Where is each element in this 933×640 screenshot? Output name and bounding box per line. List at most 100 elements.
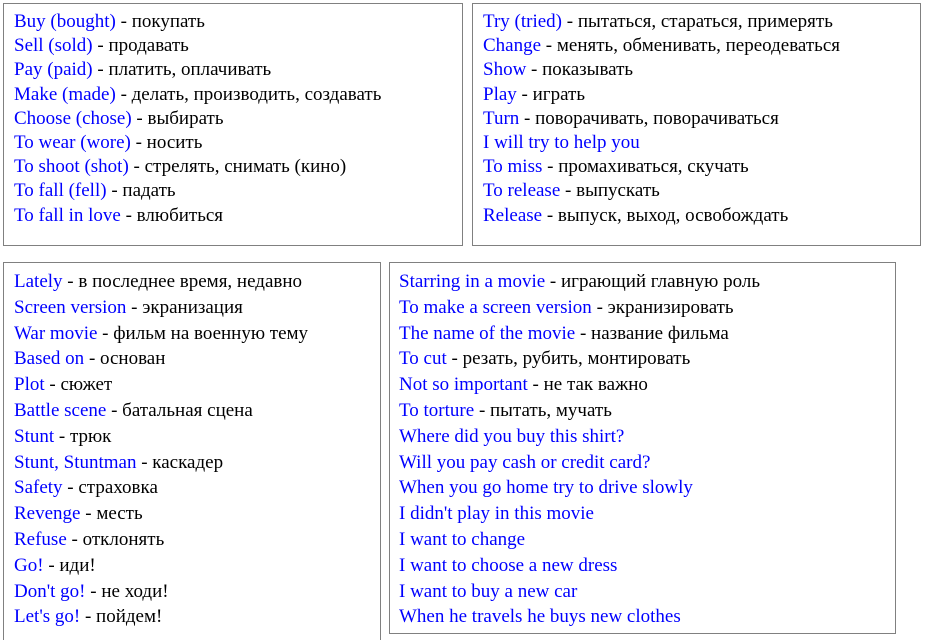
russian-translation: сюжет	[60, 374, 113, 396]
english-term: To torture	[399, 399, 475, 421]
russian-translation: не так важно	[543, 374, 648, 396]
vocabulary-line: To wear (wore) - носить	[4, 131, 462, 155]
movie-vocabulary-panel: Lately - в последнее время, недавно Scree…	[3, 262, 381, 640]
separator-dash: -	[545, 271, 561, 292]
russian-translation: не ходи!	[101, 580, 169, 602]
russian-translation: показывать	[542, 59, 634, 81]
vocabulary-line: Safety - страховка	[4, 475, 380, 501]
separator-dash: -	[80, 503, 97, 525]
russian-translation: выпуск, выход, освобождать	[557, 204, 789, 226]
russian-translation: поворачивать, поворачиваться	[535, 107, 779, 129]
russian-translation: промахиваться, скучать	[558, 156, 749, 178]
english-term: I didn't play in this movie	[399, 503, 594, 525]
russian-translation: название фильма	[591, 322, 729, 344]
english-term: When he travels he buys new clothes	[399, 606, 681, 628]
vocabulary-line: Play - играть	[473, 83, 920, 107]
english-term: Refuse	[14, 528, 67, 550]
english-term: Release	[483, 204, 543, 226]
separator-dash: -	[97, 322, 114, 344]
russian-translation: экранизация	[142, 296, 243, 318]
separator-dash: -	[526, 59, 543, 81]
english-term: Not so important	[399, 374, 528, 396]
russian-translation: трюк	[69, 425, 112, 447]
english-term: Pay (paid)	[14, 59, 93, 81]
russian-translation: батальная сцена	[122, 399, 253, 421]
vocabulary-line: When he travels he buys new clothes	[390, 604, 895, 630]
english-term: Show	[483, 59, 527, 81]
english-term: To fall (fell)	[14, 180, 107, 202]
separator-dash: -	[130, 132, 147, 154]
english-term: Sell (sold)	[14, 35, 93, 57]
separator-dash: -	[106, 399, 123, 421]
vocabulary-line: Lately - в последнее время, недавно	[4, 269, 380, 295]
english-term: Change	[483, 35, 542, 57]
vocabulary-line: I didn't play in this movie	[390, 501, 895, 527]
english-term: When you go home try to drive slowly	[399, 477, 693, 499]
vocabulary-line: Try (tried) - пытаться, стараться, приме…	[473, 10, 920, 34]
vocabulary-line: To torture - пытать, мучать	[390, 398, 895, 424]
russian-translation: выбирать	[147, 107, 224, 129]
russian-translation: пытать, мучать	[490, 399, 612, 421]
english-term: I want to choose a new dress	[399, 554, 618, 576]
english-term: Stunt	[14, 425, 55, 447]
separator-dash: -	[131, 107, 148, 129]
english-term: Choose (chose)	[14, 107, 132, 129]
english-term: I will try to help you	[483, 132, 640, 154]
vocabulary-line: Don't go! - не ходи!	[4, 579, 380, 605]
separator-dash: -	[92, 59, 109, 81]
vocabulary-line: I want to change	[390, 527, 895, 553]
vocabulary-line: Release - выпуск, выход, освобождать	[473, 204, 920, 228]
english-term: Buy (bought)	[14, 11, 116, 32]
english-term: Where did you buy this shirt?	[399, 425, 625, 447]
russian-translation: основан	[100, 348, 166, 370]
vocabulary-line: Plot - сюжет	[4, 372, 380, 398]
movie-phrases-panel: Starring in a movie - играющий главную р…	[389, 262, 896, 634]
separator-dash: -	[128, 156, 145, 178]
vocabulary-line: Pay (paid) - платить, оплачивать	[4, 58, 462, 82]
english-term: Play	[483, 83, 517, 105]
russian-translation: покупать	[131, 11, 205, 32]
english-term: Will you pay cash or credit card?	[399, 451, 651, 473]
russian-translation: экранизировать	[607, 296, 734, 318]
separator-dash: -	[80, 606, 97, 628]
action-verbs-panel: Try (tried) - пытаться, стараться, приме…	[472, 3, 921, 246]
vocabulary-line: Not so important - не так важно	[390, 372, 895, 398]
russian-translation: в последнее время, недавно	[78, 271, 303, 292]
vocabulary-line: Screen version - экранизация	[4, 295, 380, 321]
separator-dash: -	[446, 348, 463, 370]
vocabulary-line: Buy (bought) - покупать	[4, 10, 462, 34]
english-term: Battle scene	[14, 399, 107, 421]
english-term: Make (made)	[14, 83, 116, 105]
english-term: Let's go!	[14, 606, 81, 628]
vocabulary-line: Where did you buy this shirt?	[390, 424, 895, 450]
english-term: Lately	[14, 271, 63, 292]
vocabulary-line: Change - менять, обменивать, переодевать…	[473, 34, 920, 58]
russian-translation: менять, обменивать, переодеваться	[556, 35, 841, 57]
english-term: Starring in a movie	[399, 271, 546, 292]
vocabulary-sheet: Buy (bought) - покупать Sell (sold) - про…	[0, 0, 933, 640]
separator-dash: -	[542, 156, 559, 178]
separator-dash: -	[84, 348, 101, 370]
vocabulary-line: I want to buy a new car	[390, 579, 895, 605]
english-term: To cut	[399, 348, 447, 370]
russian-translation: делать, производить, создавать	[131, 83, 382, 105]
separator-dash: -	[115, 83, 132, 105]
vocabulary-line: The name of the movie - название фильма	[390, 321, 895, 347]
russian-translation: носить	[146, 132, 203, 154]
separator-dash: -	[62, 271, 79, 292]
russian-translation: выпускать	[576, 180, 660, 202]
english-term: Based on	[14, 348, 85, 370]
separator-dash: -	[474, 399, 491, 421]
separator-dash: -	[560, 180, 577, 202]
vocabulary-line: Based on - основан	[4, 346, 380, 372]
vocabulary-line: Sell (sold) - продавать	[4, 34, 462, 58]
russian-translation: месть	[96, 503, 143, 525]
vocabulary-line: Go! - иди!	[4, 553, 380, 579]
english-term: Safety	[14, 477, 63, 499]
russian-translation: фильм на военную тему	[113, 322, 309, 344]
vocabulary-line: To cut - резать, рубить, монтировать	[390, 346, 895, 372]
russian-translation: влюбиться	[136, 204, 224, 226]
separator-dash: -	[575, 322, 592, 344]
separator-dash: -	[85, 580, 102, 602]
english-term: To make a screen version	[399, 296, 592, 318]
